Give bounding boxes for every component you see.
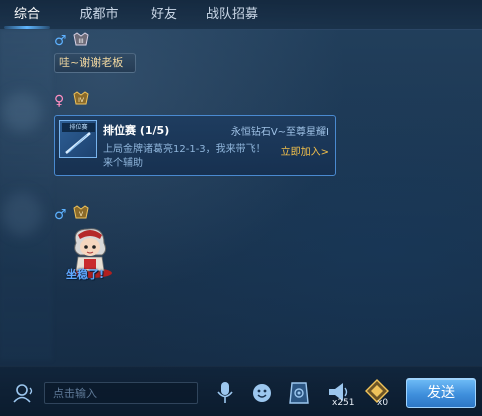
sticker-caption: 坐稳了! <box>66 268 105 281</box>
svg-text:III: III <box>78 38 84 45</box>
female-icon: ♀ <box>54 93 65 109</box>
invite-progress: (1/5) <box>139 124 170 137</box>
join-now-link[interactable]: 立即加入> <box>281 143 329 158</box>
ranked-match-thumbnail: 排位赛 <box>59 120 97 158</box>
send-button[interactable]: 发送 <box>406 378 476 408</box>
rank-badge-icon: III <box>73 32 89 46</box>
invite-mode: 排位赛 <box>103 124 136 137</box>
tab-team-recruit[interactable]: 战队招募 <box>202 4 262 26</box>
invite-title: 排位赛 (1/5) <box>103 122 169 138</box>
voice-chat-icon[interactable] <box>12 382 36 404</box>
gift-box-icon[interactable] <box>288 380 310 406</box>
invite-rank-range: 永恒钻石V~至尊星耀I <box>230 127 329 138</box>
active-tab-indicator <box>4 26 50 29</box>
microphone-icon[interactable] <box>214 380 236 406</box>
male-icon: ♂ <box>54 207 67 223</box>
chat-message-bubble: 哇~谢谢老板 <box>54 53 136 73</box>
emoji-icon[interactable] <box>250 380 274 406</box>
blurred-avatar <box>2 92 42 132</box>
channel-tabs: 综合 成都市 好友 战队招募 <box>0 0 482 30</box>
tab-general[interactable]: 综合 <box>6 4 48 26</box>
tab-city[interactable]: 成都市 <box>76 4 122 26</box>
male-icon: ♂ <box>54 33 67 49</box>
gift-count: x0 <box>377 398 389 408</box>
invite-message: 上局金牌诸葛亮12-1-3，我来带飞！ 来个辅助 <box>103 144 266 169</box>
ranked-invite-card[interactable]: 排位赛 排位赛 (1/5) 永恒钻石V~至尊星耀I 上局金牌诸葛亮12-1-3，… <box>54 115 336 176</box>
tab-friends[interactable]: 好友 <box>148 4 180 26</box>
rank-badge-icon: V <box>73 205 89 219</box>
svg-text:IV: IV <box>78 97 85 104</box>
chat-panel: 综合 成都市 好友 战队招募 ♂ III 哇~谢谢老板 ♀ IV 排位赛 排位赛… <box>0 0 482 416</box>
chat-input[interactable] <box>44 382 198 404</box>
rank-badge-icon: IV <box>73 91 89 105</box>
blurred-avatar <box>2 192 42 236</box>
sword-icon <box>65 132 91 154</box>
horn-count: x251 <box>332 398 355 408</box>
